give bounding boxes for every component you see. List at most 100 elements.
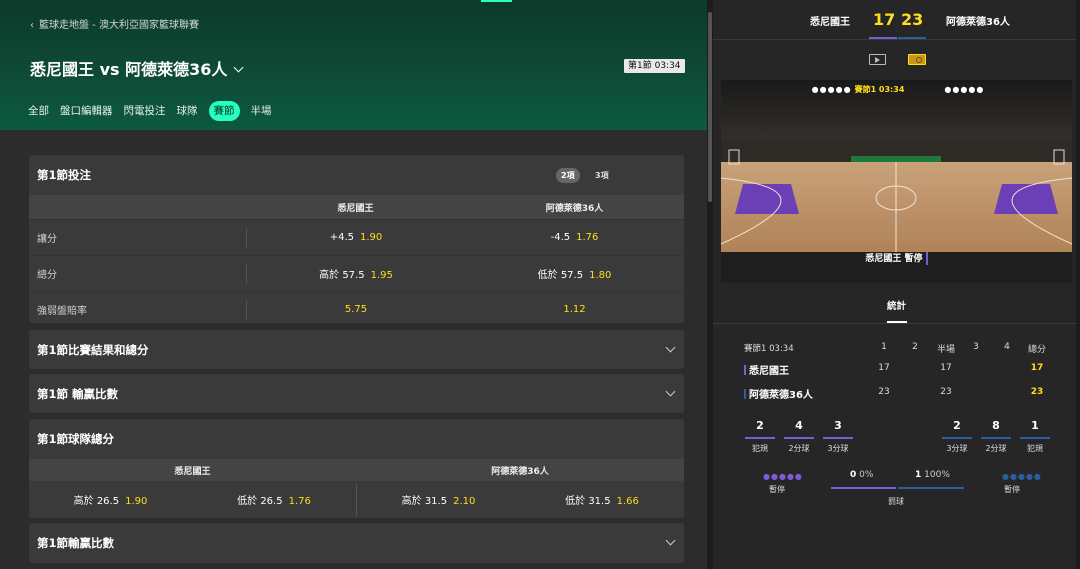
collapsed-market-header[interactable]: 第1節比賽結果和總分 bbox=[29, 330, 684, 369]
tab-quick-bet[interactable]: 閃電投注 bbox=[124, 101, 166, 121]
column-header: 悉尼國王 阿德萊德36人 bbox=[29, 195, 684, 219]
chevron-down-icon[interactable] bbox=[665, 386, 676, 397]
stat-value: 2 bbox=[953, 419, 961, 432]
scrollbar[interactable] bbox=[1076, 0, 1080, 569]
quarter-score: 23 bbox=[878, 387, 890, 397]
home-timeouts-label: 暫停 bbox=[769, 485, 785, 494]
stat-value: 1 bbox=[1031, 419, 1039, 432]
quarter-header: 1 bbox=[881, 342, 887, 352]
q1-betting-header[interactable]: 第1節投注 2項 3項 bbox=[29, 155, 684, 195]
odds-button[interactable]: 5.75 bbox=[247, 304, 465, 315]
pill-2-items[interactable]: 2項 bbox=[556, 168, 580, 183]
match-clock-badge: 第1節 03:34 bbox=[624, 59, 685, 73]
odds-value: 1.90 bbox=[125, 496, 148, 507]
chevron-down-icon[interactable] bbox=[665, 535, 676, 546]
away-team-name: 阿德萊德36人 bbox=[946, 17, 1010, 28]
pill-3-items[interactable]: 3項 bbox=[590, 168, 614, 183]
match-title[interactable]: 悉尼國王 vs 阿德萊德36人 bbox=[30, 56, 244, 80]
stat-underline bbox=[942, 437, 972, 439]
card-title: 第1節球隊總分 bbox=[37, 432, 115, 446]
home-3pt: 3 3分球 bbox=[823, 419, 853, 454]
chevron-down-icon[interactable] bbox=[233, 62, 244, 73]
odds-button[interactable]: +4.5 1.90 bbox=[247, 232, 465, 243]
odds-button[interactable]: 高於 57.5 1.95 bbox=[247, 266, 465, 281]
collapsed-market-header[interactable]: 第1節輸贏比數 bbox=[29, 523, 684, 563]
quarter-header: 半場 bbox=[936, 345, 955, 355]
away-3pt: 2 3分球 bbox=[942, 419, 972, 454]
game-status-text: 悉尼國王 暫停 bbox=[865, 254, 923, 264]
odds-value: 1.90 bbox=[360, 232, 383, 243]
odds-button[interactable]: 高於 31.5 2.10 bbox=[357, 492, 520, 507]
collapsed-market-card[interactable]: 第1節比賽結果和總分 bbox=[29, 330, 684, 369]
video-stream-icon[interactable] bbox=[869, 54, 886, 65]
stat-label: 3分球 bbox=[946, 444, 968, 453]
line: 低於 26.5 bbox=[237, 496, 283, 507]
tab-team[interactable]: 球隊 bbox=[177, 101, 198, 121]
away-free-throws: 1 100% bbox=[915, 470, 950, 480]
stat-value: 1 bbox=[915, 470, 922, 480]
home-team-name: 悉尼國王 bbox=[810, 17, 850, 28]
away-timeouts-label: 暫停 bbox=[1004, 485, 1020, 494]
odds-button[interactable]: 1.12 bbox=[465, 304, 684, 315]
tab-stats[interactable]: 統計 bbox=[713, 298, 1080, 312]
row-label: 強弱盤賠率 bbox=[37, 306, 87, 317]
away-score: 23 bbox=[901, 10, 924, 29]
odds-value: 1.66 bbox=[616, 496, 639, 507]
stat-label: 2分球 bbox=[788, 444, 810, 453]
team2-header: 阿德萊德36人 bbox=[545, 203, 604, 214]
tab-half[interactable]: 半場 bbox=[251, 101, 272, 121]
stat-percent: 100% bbox=[924, 470, 950, 480]
line: 高於 26.5 bbox=[73, 496, 120, 507]
breadcrumb-text[interactable]: 籃球走地盤 - 澳大利亞國家籃球聯賽 bbox=[39, 20, 199, 31]
scrollbar-thumb[interactable] bbox=[708, 12, 712, 202]
odds-value: 1.76 bbox=[288, 496, 311, 507]
collapsed-market-card[interactable]: 第1節 輸贏比數 bbox=[29, 374, 684, 413]
tab-all[interactable]: 全部 bbox=[28, 101, 49, 121]
market-row: 總分 高於 57.5 1.95 低於 57.5 1.80 bbox=[29, 255, 684, 291]
away-team-name: 阿德萊德36人 bbox=[749, 390, 813, 401]
stat-underline bbox=[745, 437, 775, 439]
odds-button[interactable]: 高於 26.5 1.90 bbox=[29, 492, 192, 507]
breadcrumb[interactable]: ‹ 籃球走地盤 - 澳大利亞國家籃球聯賽 bbox=[30, 16, 199, 31]
away-fouls: 1 犯規 bbox=[1020, 419, 1050, 454]
timeout-dots: ●●●●● bbox=[811, 85, 852, 94]
period-time: 03:34 bbox=[769, 344, 794, 354]
odds-value: 2.10 bbox=[453, 496, 476, 507]
home-2pt: 4 2分球 bbox=[784, 419, 814, 454]
team1-header: 悉尼國王 bbox=[337, 203, 374, 214]
odds-button[interactable]: 低於 31.5 1.66 bbox=[520, 492, 684, 507]
match-live-panel: 悉尼國王 17 23 阿德萊德36人 ●●●●● 賽節1 03:34 ●●●●●… bbox=[713, 0, 1080, 569]
period-label: 賽節1 03:34 bbox=[744, 342, 794, 354]
stat-label: 2分球 bbox=[985, 444, 1007, 453]
odds-value: 5.75 bbox=[344, 304, 368, 315]
quarter-score: 17 bbox=[878, 363, 890, 373]
match-title-text: 悉尼國王 vs 阿德萊德36人 bbox=[30, 60, 228, 79]
divider bbox=[713, 323, 1080, 324]
tab-quarter[interactable]: 賽節 bbox=[208, 101, 240, 121]
odds-value: 1.12 bbox=[563, 304, 586, 315]
odds-button[interactable]: 低於 57.5 1.80 bbox=[465, 266, 684, 281]
card-title: 第1節比賽結果和總分 bbox=[37, 342, 149, 357]
home-free-throws: 0 0% bbox=[850, 470, 873, 480]
team-color-marker bbox=[744, 365, 746, 375]
tab-bet-builder[interactable]: 盤口編輯器 bbox=[60, 101, 113, 121]
odds-button[interactable]: 低於 26.5 1.76 bbox=[192, 492, 356, 507]
collapsed-market-card[interactable]: 第1節輸贏比數 bbox=[29, 523, 684, 563]
stat-underline bbox=[784, 437, 814, 439]
quarter-header: 總分 bbox=[1027, 345, 1046, 355]
chevron-down-icon[interactable] bbox=[665, 342, 676, 353]
quarter-header: 3 bbox=[973, 342, 979, 352]
market-panel: ‹ 籃球走地盤 - 澳大利亞國家籃球聯賽 悉尼國王 vs 阿德萊德36人 第1節 … bbox=[0, 0, 713, 569]
odds-button[interactable]: -4.5 1.76 bbox=[465, 232, 684, 243]
total-score: 23 bbox=[1030, 387, 1044, 397]
collapsed-market-header[interactable]: 第1節 輸贏比數 bbox=[29, 374, 684, 413]
row-label: 總分 bbox=[37, 270, 57, 281]
court-tracker-icon[interactable] bbox=[908, 54, 926, 65]
stat-underline bbox=[981, 437, 1011, 439]
home-score: 17 bbox=[873, 10, 896, 29]
stat-label: 犯規 bbox=[1027, 444, 1043, 453]
free-throws-label: 罰球 bbox=[888, 497, 904, 506]
line: 低於 31.5 bbox=[565, 496, 611, 507]
row-label: 讓分 bbox=[37, 234, 57, 245]
team-totals-header[interactable]: 第1節球隊總分 bbox=[29, 419, 684, 459]
